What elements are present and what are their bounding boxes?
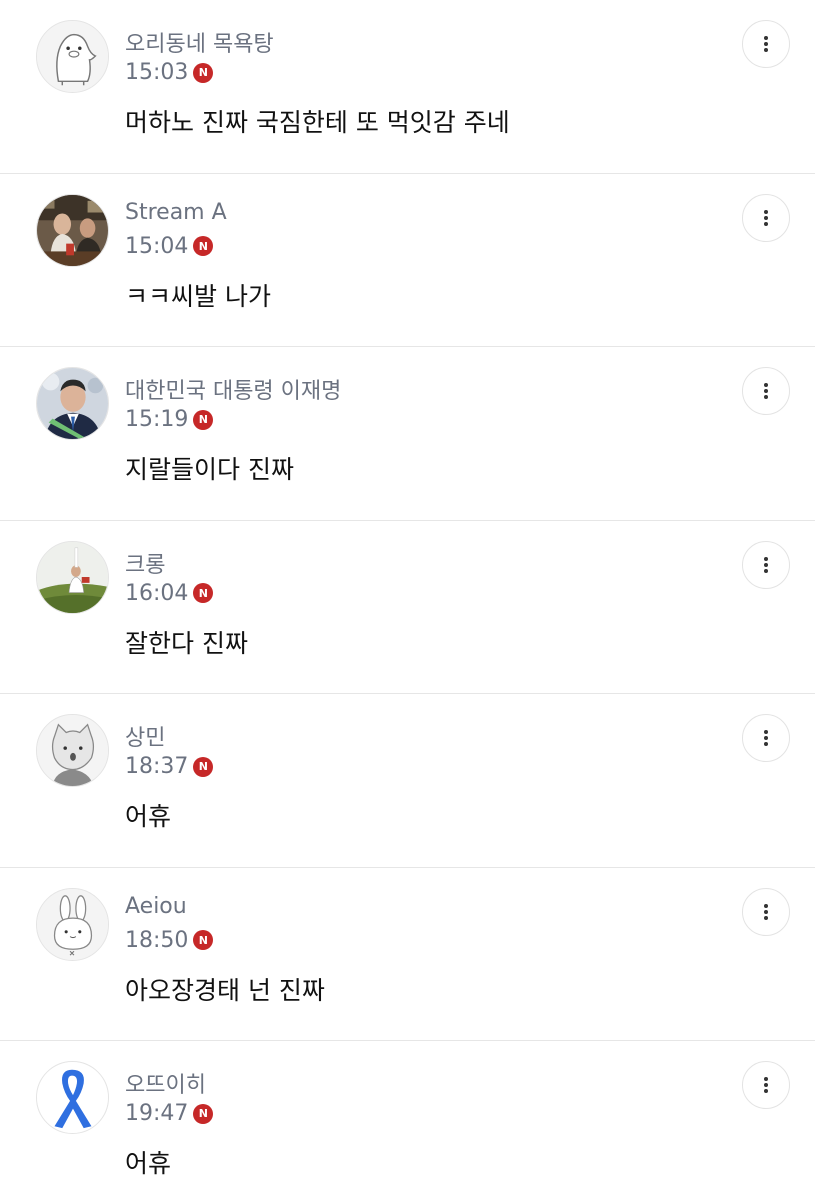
- more-options-button[interactable]: [742, 1061, 790, 1109]
- comment-text: 지랄들이다 진짜: [125, 455, 294, 484]
- more-vertical-icon: [764, 556, 768, 573]
- comment-author[interactable]: 오리동네 목욕탕: [125, 26, 274, 58]
- more-vertical-icon: [764, 1077, 768, 1093]
- comment-text: 어휴: [125, 802, 172, 831]
- comment-meta: 19:47 N: [125, 1101, 214, 1126]
- comment-text: 아오장경태 넌 진짜: [125, 975, 325, 1005]
- more-options-button[interactable]: [742, 540, 790, 589]
- comment-author[interactable]: Stream A: [125, 200, 227, 225]
- comment-meta: 18:50 N: [125, 927, 214, 953]
- cat-character-avatar[interactable]: [36, 714, 109, 787]
- new-badge: N: [193, 930, 214, 950]
- comment-meta: 16:04 N: [125, 580, 214, 606]
- more-vertical-icon: [764, 383, 768, 399]
- comment-item: 상민 18:37 N 어휴: [0, 694, 815, 868]
- comment-time: 19:47: [125, 1101, 189, 1126]
- new-badge: N: [193, 1103, 214, 1124]
- new-badge: N: [193, 236, 214, 256]
- comment-meta: 15:04 N: [125, 233, 214, 259]
- comment-text: 어휴: [125, 1149, 172, 1178]
- new-badge: N: [193, 583, 214, 603]
- comment-item: Aeiou 18:50 N 아오장경태 넌 진짜: [0, 868, 815, 1041]
- more-options-button[interactable]: [742, 367, 790, 415]
- comment-author[interactable]: 크롱: [125, 547, 165, 579]
- comment-text: 머하노 진짜 국짐한테 또 먹잇감 주네: [125, 108, 510, 137]
- more-options-button[interactable]: [742, 193, 790, 242]
- more-options-button[interactable]: [742, 887, 790, 936]
- duck-character-avatar[interactable]: [36, 20, 109, 93]
- comment-author[interactable]: Aeiou: [125, 894, 187, 919]
- more-options-button[interactable]: [742, 714, 790, 762]
- more-vertical-icon: [764, 36, 768, 52]
- comment-time: 15:03: [125, 60, 189, 85]
- comment-time: 15:04: [125, 233, 189, 259]
- comment-item: Stream A 15:04 N ㅋㅋ씨발 나가: [0, 174, 815, 347]
- comment-text: ㅋㅋ씨발 나가: [125, 281, 271, 311]
- comment-meta: 15:19 N: [125, 407, 214, 432]
- comment-meta: 15:03 N: [125, 60, 214, 85]
- blue-ribbon-avatar[interactable]: [36, 1061, 109, 1134]
- comment-item: 크롱 16:04 N 잘한다 진짜: [0, 521, 815, 694]
- comment-author[interactable]: 오뜨이히: [125, 1067, 206, 1099]
- new-badge: N: [193, 756, 214, 777]
- comment-item: 대한민국 대통령 이재명 15:19 N 지랄들이다 진짜: [0, 347, 815, 521]
- comment-meta: 18:37 N: [125, 754, 214, 779]
- comment-time: 16:04: [125, 580, 189, 606]
- person-photo-avatar[interactable]: [36, 367, 109, 440]
- comment-item: 오뜨이히 19:47 N 어휴: [0, 1041, 815, 1200]
- new-badge: N: [193, 409, 214, 430]
- comment-time: 15:19: [125, 407, 189, 432]
- new-badge: N: [193, 62, 214, 83]
- comment-author[interactable]: 대한민국 대통령 이재명: [125, 373, 341, 405]
- comment-text: 잘한다 진짜: [125, 628, 248, 658]
- more-vertical-icon: [764, 209, 768, 226]
- photo-avatar[interactable]: [36, 193, 109, 267]
- comment-time: 18:37: [125, 754, 189, 779]
- comment-list: 오리동네 목욕탕 15:03 N 머하노 진짜 국짐한테 또 먹잇감 주네 St…: [0, 0, 815, 1200]
- more-vertical-icon: [764, 903, 768, 920]
- comment-item: 오리동네 목욕탕 15:03 N 머하노 진짜 국짐한테 또 먹잇감 주네: [0, 0, 815, 174]
- more-vertical-icon: [764, 730, 768, 746]
- landscape-photo-avatar[interactable]: [36, 540, 109, 614]
- comment-time: 18:50: [125, 927, 189, 953]
- rabbit-character-avatar[interactable]: [36, 887, 109, 961]
- comment-author[interactable]: 상민: [125, 720, 165, 752]
- more-options-button[interactable]: [742, 20, 790, 68]
